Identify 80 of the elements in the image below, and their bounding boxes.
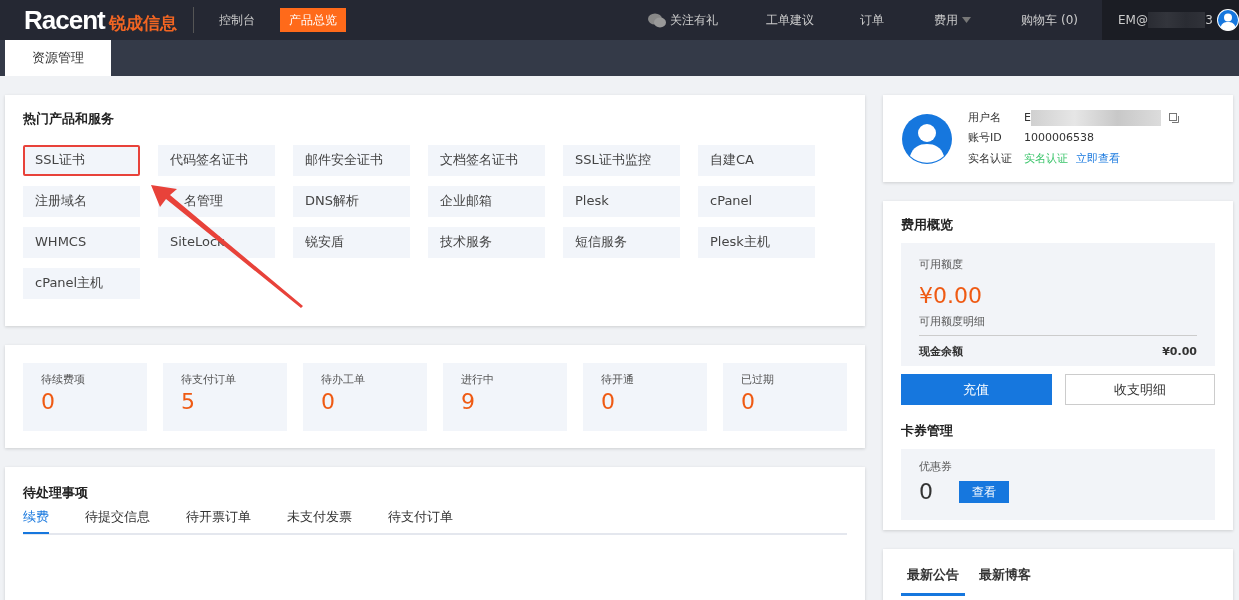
- product-item[interactable]: SSL证书: [23, 144, 140, 176]
- field-value: 1000006538: [1024, 130, 1094, 147]
- product-item[interactable]: 企业邮箱: [428, 185, 545, 217]
- product-item[interactable]: cPanel主机: [23, 267, 140, 299]
- nav-link[interactable]: 工单建议: [766, 11, 815, 29]
- copy-icon[interactable]: [1168, 112, 1180, 124]
- page-tab[interactable]: 资源管理: [5, 40, 111, 76]
- stat-label: 待支付订单: [181, 372, 237, 388]
- stat-value: 9: [461, 388, 476, 415]
- credit-value: ¥0.00: [919, 282, 983, 310]
- section-title: 卡券管理: [901, 422, 954, 440]
- details-button[interactable]: 收支明细: [1064, 374, 1215, 405]
- field-label: 用户名: [968, 109, 1002, 126]
- product-item[interactable]: SSL证书监控: [563, 144, 680, 176]
- cash-value: ¥0.00: [1162, 343, 1197, 360]
- avatar-icon: [902, 113, 952, 164]
- section-title: 热门产品和服务: [23, 110, 115, 128]
- product-item[interactable]: 文档签名证书: [428, 144, 545, 176]
- product-item[interactable]: DNS解析: [293, 185, 410, 217]
- stat-tile[interactable]: 已过期 0: [723, 363, 847, 431]
- cash-label: 现金余额: [919, 343, 963, 360]
- stat-value: 0: [741, 388, 756, 415]
- tab[interactable]: 续费: [23, 506, 49, 534]
- redaction-block: [1147, 12, 1206, 28]
- tab[interactable]: 未支付发票: [287, 506, 352, 534]
- stat-tile[interactable]: 待续费项 0: [23, 363, 147, 431]
- stat-value: 5: [181, 388, 196, 415]
- stat-tile[interactable]: 待支付订单 5: [163, 363, 287, 431]
- user-email[interactable]: 3: [1205, 11, 1213, 29]
- nav-link[interactable]: 订单: [860, 11, 885, 29]
- wechat-icon: [648, 12, 667, 28]
- nav-link[interactable]: 关注有礼: [648, 11, 719, 29]
- stat-value: 0: [601, 388, 616, 415]
- tab[interactable]: 待开票订单: [186, 506, 251, 534]
- nav-link[interactable]: 控制台: [209, 8, 264, 32]
- field-label: 实名认证: [968, 150, 1013, 167]
- stat-label: 待办工单: [321, 372, 366, 388]
- stat-label: 已过期: [741, 372, 775, 388]
- product-item[interactable]: 技术服务: [428, 226, 545, 258]
- product-item[interactable]: 注册域名: [23, 185, 140, 217]
- tab[interactable]: 最新博客: [973, 565, 1037, 596]
- field-value: E: [1024, 109, 1031, 126]
- tab[interactable]: 待提交信息: [85, 506, 150, 534]
- caret-icon: [962, 17, 972, 23]
- product-item[interactable]: 自建CA: [698, 144, 815, 176]
- user-email[interactable]: EM@: [1118, 11, 1148, 29]
- credit-label: 可用额度: [919, 256, 964, 273]
- product-item[interactable]: 锐安盾: [293, 226, 410, 258]
- nav-link[interactable]: 购物车 (0): [1021, 11, 1078, 29]
- view-link[interactable]: 立即查看: [1076, 150, 1120, 168]
- stat-tile[interactable]: 待办工单 0: [303, 363, 427, 431]
- section-title: 费用概览: [901, 216, 954, 234]
- product-item[interactable]: Plesk主机: [698, 226, 815, 258]
- stat-value: 0: [41, 388, 56, 415]
- product-item[interactable]: Plesk: [563, 185, 680, 217]
- stat-tile[interactable]: 待开通 0: [583, 363, 707, 431]
- product-item[interactable]: 代码签名证书: [158, 144, 275, 176]
- avatar-icon[interactable]: [1217, 9, 1239, 31]
- field-label: 账号ID: [968, 130, 1003, 147]
- view-button[interactable]: 查看: [959, 480, 1009, 503]
- tab[interactable]: 最新公告: [901, 565, 965, 596]
- coupon-count: 0: [919, 478, 934, 506]
- product-item[interactable]: WHMCS: [23, 226, 140, 258]
- product-item[interactable]: 名管理: [158, 185, 275, 217]
- credit-detail: 可用额度明细: [919, 314, 986, 330]
- stat-value: 0: [321, 388, 336, 415]
- coupon-label: 优惠券: [919, 458, 953, 475]
- status-text: 实名认证: [1024, 150, 1068, 167]
- stat-label: 进行中: [461, 372, 495, 388]
- recharge-button[interactable]: 充值: [901, 374, 1052, 405]
- logo[interactable]: Racent锐成信息: [24, 0, 177, 40]
- stat-tile[interactable]: 进行中 9: [443, 363, 567, 431]
- product-item[interactable]: 邮件安全证书: [293, 144, 410, 176]
- nav-link[interactable]: 费用: [934, 11, 972, 29]
- product-item[interactable]: cPanel: [698, 185, 815, 217]
- stat-label: 待续费项: [41, 372, 86, 388]
- tab[interactable]: 待支付订单: [388, 506, 453, 534]
- product-item[interactable]: 短信服务: [563, 226, 680, 258]
- stat-label: 待开通: [601, 372, 635, 388]
- section-title: 待处理事项: [23, 484, 89, 502]
